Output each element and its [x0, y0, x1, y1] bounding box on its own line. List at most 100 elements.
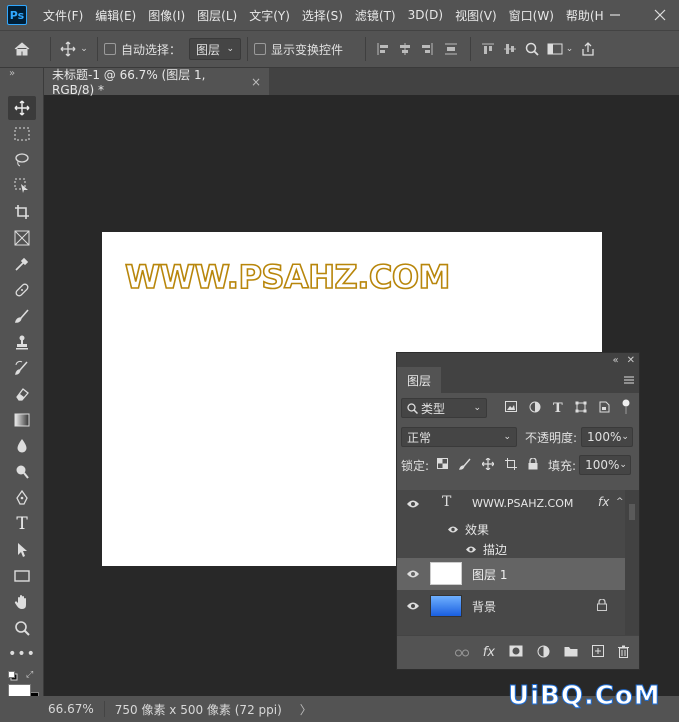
filter-type-icon[interactable]: T: [553, 401, 563, 416]
share-icon[interactable]: [577, 42, 599, 56]
lock-artboard-icon[interactable]: [505, 457, 518, 473]
minimize-icon[interactable]: [600, 0, 630, 30]
lock-transparent-icon[interactable]: [437, 458, 449, 472]
frame-tool-icon[interactable]: [8, 226, 36, 250]
auto-select-checkbox[interactable]: [104, 43, 116, 55]
document-tab[interactable]: 未标题-1 @ 66.7% (图层 1, RGB/8) * ×: [44, 68, 269, 97]
move-tool-icon[interactable]: [8, 96, 36, 120]
move-tool-preset-icon[interactable]: ⌄: [57, 41, 91, 57]
panel-menu-icon[interactable]: [623, 374, 635, 386]
crop-tool-icon[interactable]: [8, 200, 36, 224]
align-left-icon[interactable]: [372, 42, 394, 56]
add-mask-icon[interactable]: [509, 645, 523, 660]
lock-pixels-icon[interactable]: [459, 458, 471, 473]
menu-layer[interactable]: 图层(L): [191, 7, 243, 24]
lock-position-icon[interactable]: [481, 457, 495, 473]
default-colors-icon[interactable]: [8, 670, 18, 681]
eyedropper-tool-icon[interactable]: [8, 252, 36, 276]
align-vcenter-icon[interactable]: [499, 42, 521, 56]
filter-smart-object-icon[interactable]: [599, 401, 610, 416]
add-layer-style-icon[interactable]: fx: [483, 645, 495, 660]
new-group-icon[interactable]: [564, 646, 578, 660]
menu-view[interactable]: 视图(V): [449, 7, 503, 24]
layer-row-background[interactable]: 背景: [397, 590, 625, 622]
menu-edit[interactable]: 编辑(E): [89, 7, 142, 24]
filter-type-dropdown[interactable]: 类型 ⌄: [401, 398, 487, 418]
home-icon[interactable]: [0, 41, 44, 57]
visibility-eye-icon[interactable]: [406, 567, 420, 581]
align-top-icon[interactable]: [477, 42, 499, 56]
status-menu-arrow-icon[interactable]: 〉: [300, 701, 312, 718]
filter-shape-icon[interactable]: [575, 401, 587, 416]
gradient-tool-icon[interactable]: [8, 408, 36, 432]
scrollbar-thumb[interactable]: [629, 504, 635, 520]
chevron-down-icon: ⌄: [619, 460, 627, 470]
eraser-tool-icon[interactable]: [8, 382, 36, 406]
menu-3d[interactable]: 3D(D): [402, 8, 449, 22]
pen-tool-icon[interactable]: [8, 486, 36, 510]
layer-name: WWW.PSAHZ.COM: [472, 497, 574, 510]
menu-type[interactable]: 文字(Y): [243, 7, 296, 24]
filter-toggle-icon[interactable]: [622, 399, 630, 418]
rectangle-tool-icon[interactable]: [8, 564, 36, 588]
zoom-tool-icon[interactable]: [8, 616, 36, 640]
menu-image[interactable]: 图像(I): [142, 7, 191, 24]
visibility-eye-icon[interactable]: [406, 599, 420, 613]
distribute-icon[interactable]: [438, 42, 464, 56]
fill-input[interactable]: 100% ⌄: [579, 455, 632, 475]
lasso-tool-icon[interactable]: [8, 148, 36, 172]
object-selection-tool-icon[interactable]: [8, 174, 36, 198]
clone-stamp-tool-icon[interactable]: [8, 330, 36, 354]
show-transform-checkbox[interactable]: [254, 43, 267, 55]
blur-tool-icon[interactable]: [8, 434, 36, 458]
delete-layer-icon[interactable]: [618, 645, 629, 661]
history-brush-tool-icon[interactable]: [8, 356, 36, 380]
search-icon: [407, 402, 418, 414]
chevron-up-icon[interactable]: ^: [616, 497, 624, 507]
layer-row-layer1[interactable]: 图层 1: [397, 558, 625, 590]
tab-layers[interactable]: 图层: [397, 367, 442, 393]
blend-mode-value: 正常: [407, 430, 432, 445]
brush-tool-icon[interactable]: [8, 304, 36, 328]
close-tab-icon[interactable]: ×: [251, 75, 261, 89]
more-tools-icon[interactable]: •••: [8, 642, 36, 666]
marquee-tool-icon[interactable]: [8, 122, 36, 146]
filter-adjustment-icon[interactable]: [529, 401, 541, 416]
menu-select[interactable]: 选择(S): [296, 7, 349, 24]
align-hcenter-icon[interactable]: [394, 42, 416, 56]
stroke-eye-icon[interactable]: [465, 543, 477, 557]
dodge-tool-icon[interactable]: [8, 460, 36, 484]
visibility-eye-icon[interactable]: [406, 497, 420, 511]
search-icon[interactable]: [521, 42, 543, 56]
layer-row-text[interactable]: T WWW.PSAHZ.COM fx ^: [397, 490, 625, 518]
menu-file[interactable]: 文件(F): [37, 7, 89, 24]
layer-effects-row[interactable]: 效果: [397, 518, 625, 538]
type-tool-icon[interactable]: T: [8, 512, 36, 536]
link-layers-icon[interactable]: [454, 646, 469, 660]
opacity-input[interactable]: 100% ⌄: [581, 427, 634, 447]
hand-tool-icon[interactable]: [8, 590, 36, 614]
swap-colors-icon[interactable]: ⤢: [26, 670, 36, 680]
filter-pixel-icon[interactable]: [505, 401, 517, 415]
menu-window[interactable]: 窗口(W): [503, 7, 560, 24]
close-window-icon[interactable]: [645, 0, 675, 30]
path-selection-tool-icon[interactable]: [8, 538, 36, 562]
collapse-icon[interactable]: »: [9, 68, 15, 79]
align-right-icon[interactable]: [416, 42, 438, 56]
new-layer-icon[interactable]: [592, 645, 604, 660]
menu-filter[interactable]: 滤镜(T): [349, 7, 402, 24]
layer-list-scrollbar[interactable]: [625, 490, 639, 636]
collapse-panel-icon[interactable]: «: [612, 355, 618, 366]
auto-select-target-dropdown[interactable]: 图层 ⌄: [189, 38, 242, 60]
effects-eye-icon[interactable]: [447, 523, 459, 537]
text-layer-thumbnail-icon: T: [442, 494, 452, 510]
layer-effect-stroke-row[interactable]: 描边: [397, 538, 625, 558]
healing-brush-tool-icon[interactable]: [8, 278, 36, 302]
zoom-level[interactable]: 66.67%: [48, 702, 94, 716]
close-panel-icon[interactable]: ✕: [627, 355, 635, 366]
lock-all-icon[interactable]: [528, 456, 538, 473]
workspace-icon[interactable]: ⌄: [543, 43, 577, 55]
blend-mode-dropdown[interactable]: 正常 ⌄: [401, 427, 517, 447]
fx-badge[interactable]: fx: [598, 495, 609, 509]
new-adjustment-layer-icon[interactable]: [537, 645, 550, 661]
